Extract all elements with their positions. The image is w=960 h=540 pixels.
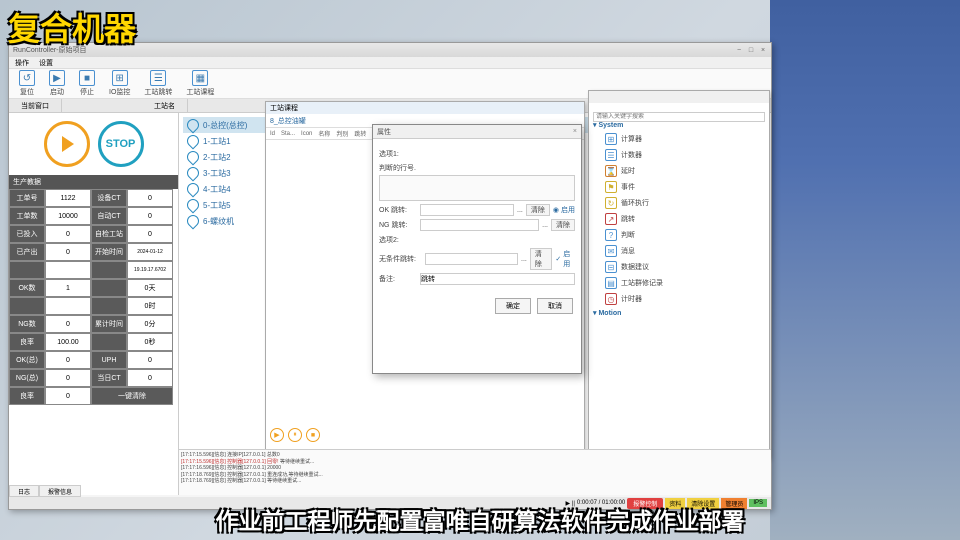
cancel-button[interactable]: 取消 — [537, 298, 573, 314]
play-big-button[interactable] — [44, 121, 90, 167]
tool-record[interactable]: ▤工站群修记录 — [593, 275, 765, 291]
flow-window: 工站课程 8_总控油罐 IdSta...Icon名称判别跳转耗时备注 属性× 选… — [265, 101, 585, 469]
log-area: [17:17:15.596][信息] 连接IP[127.0.0.1] 总数0 [… — [179, 449, 771, 495]
tool-loop[interactable]: ↻循环执行 — [593, 195, 765, 211]
pin-icon — [185, 213, 202, 230]
tool-event[interactable]: ⚑事件 — [593, 179, 765, 195]
jump-icon: ↗ — [605, 213, 617, 225]
counter-icon: ☰ — [605, 149, 617, 161]
flow-stop-icon[interactable]: ■ — [306, 428, 320, 442]
tab-station-name[interactable]: 工站名 — [142, 99, 188, 112]
flow-controls: ▶ ⏸ ■ — [270, 428, 320, 442]
tab-alarm[interactable]: 报警信息 — [39, 485, 81, 497]
nocond-label: 无条件跳转: — [379, 254, 422, 264]
option1-label: 选项1: — [379, 149, 575, 159]
ok-more-button[interactable]: ... — [517, 207, 523, 214]
status-ips[interactable]: IPS — [749, 499, 767, 507]
stop-button[interactable]: ■停止 — [75, 69, 99, 98]
tab-log[interactable]: 日志 — [9, 485, 39, 497]
nocond-input[interactable] — [425, 253, 518, 265]
reset-button[interactable]: ↺复位 — [15, 69, 39, 98]
clear-all-button[interactable]: 一键清除 — [91, 387, 173, 405]
toolbox-cat-motion[interactable]: ▾ Motion — [593, 307, 765, 319]
start-button[interactable]: ▶启动 — [45, 69, 69, 98]
nocond-clear-button[interactable]: 清除 — [530, 248, 553, 270]
ok-enable-check[interactable]: ◉ 启用 — [553, 205, 575, 215]
ok-jump-label: OK 跳转: — [379, 205, 417, 215]
center-panel: 0-总控(总控) 1-工站1 2-工站2 3-工站3 4-工站4 5-工站5 6… — [179, 113, 771, 495]
properties-dialog: 属性 × 选项1: 判断的行号. OK 跳转: ... 清除 ◉ 启用 NG 跳转… — [372, 124, 582, 374]
close-icon[interactable]: × — [759, 46, 767, 54]
stop-big-button[interactable]: STOP — [98, 121, 144, 167]
pin-icon — [185, 165, 202, 182]
ng-more-button[interactable]: ... — [542, 222, 548, 229]
tool-timer[interactable]: ◷计时器 — [593, 291, 765, 307]
dialog-close-icon[interactable]: × — [573, 128, 577, 135]
tool-judge[interactable]: ?判断 — [593, 227, 765, 243]
flag-icon: ⚑ — [605, 181, 617, 193]
question-icon: ? — [605, 229, 617, 241]
record-icon: ▤ — [605, 277, 617, 289]
tool-counter[interactable]: ☰计数器 — [593, 147, 765, 163]
menu-settings[interactable]: 设置 — [39, 58, 53, 68]
rownum-input[interactable] — [379, 175, 575, 201]
hourglass-icon: ⌛ — [605, 165, 617, 177]
ng-jump-label: NG 跳转: — [379, 220, 417, 230]
pin-icon — [185, 149, 202, 166]
flow-header: 工站课程 — [266, 102, 584, 114]
flow-pause-icon[interactable]: ⏸ — [288, 428, 302, 442]
maximize-icon[interactable]: □ — [747, 46, 755, 54]
ng-clear-button[interactable]: 清除 — [551, 219, 575, 231]
calculator-icon: ⊞ — [605, 133, 617, 145]
note-label: 备注: — [379, 274, 417, 284]
tool-calculator[interactable]: ⊞计算器 — [593, 131, 765, 147]
bottom-tabs: 日志 报警信息 — [9, 485, 81, 497]
stats-title: 生产教据 — [9, 175, 178, 189]
tool-data[interactable]: ⊟数据建议 — [593, 259, 765, 275]
mail-icon: ✉ — [605, 245, 617, 257]
loop-icon: ↻ — [605, 197, 617, 209]
video-subtitle-overlay: 作业前工程师先配置富唯自研算法软件完成作业部署 — [216, 502, 745, 536]
toolbox-panel: ▾ System ⊞计算器 ☰计数器 ⌛延时 ⚑事件 ↻循环执行 ↗跳转 ?判断… — [588, 90, 770, 458]
tool-jump[interactable]: ↗跳转 — [593, 211, 765, 227]
tab-current-window[interactable]: 当前窗口 — [9, 99, 62, 112]
ok-jump-input[interactable] — [420, 204, 514, 216]
rownum-label: 判断的行号. — [379, 163, 575, 173]
station-jump-button[interactable]: ☰工站跳转 — [140, 69, 176, 98]
io-monitor-button[interactable]: ⊞IO监控 — [105, 69, 134, 98]
timer-icon: ◷ — [605, 293, 617, 305]
ng-jump-input[interactable] — [420, 219, 539, 231]
video-title-overlay: 复合机器 — [8, 4, 136, 50]
menubar: 操作 设置 — [9, 57, 771, 69]
dialog-title: 属性 — [377, 127, 391, 137]
toolbox-header — [589, 91, 769, 103]
station-course-button[interactable]: ▦工站课程 — [182, 69, 218, 98]
stats-table: 工单号1122设备CT0 工单数10000自动CT0 已投入0自检工站0 已产出… — [9, 189, 178, 495]
app-window: RunController-原始项目 − □ × 操作 设置 ↺复位 ▶启动 ■… — [8, 42, 772, 510]
pin-icon — [185, 133, 202, 150]
option2-label: 选项2: — [379, 235, 575, 245]
ok-clear-button[interactable]: 清除 — [526, 204, 550, 216]
menu-operate[interactable]: 操作 — [15, 58, 29, 68]
note-input[interactable] — [420, 273, 575, 285]
confirm-button[interactable]: 确定 — [495, 298, 531, 314]
flow-play-icon[interactable]: ▶ — [270, 428, 284, 442]
database-icon: ⊟ — [605, 261, 617, 273]
minimize-icon[interactable]: − — [735, 46, 743, 54]
nocond-more-button[interactable]: ... — [521, 256, 527, 263]
pin-icon — [185, 117, 202, 134]
left-panel: STOP 生产教据 工单号1122设备CT0 工单数10000自动CT0 已投入… — [9, 113, 179, 495]
nocond-enable-check[interactable]: ✓ 启用 — [555, 249, 575, 269]
pin-icon — [185, 181, 202, 198]
tool-delay[interactable]: ⌛延时 — [593, 163, 765, 179]
pin-icon — [185, 197, 202, 214]
tool-message[interactable]: ✉消息 — [593, 243, 765, 259]
